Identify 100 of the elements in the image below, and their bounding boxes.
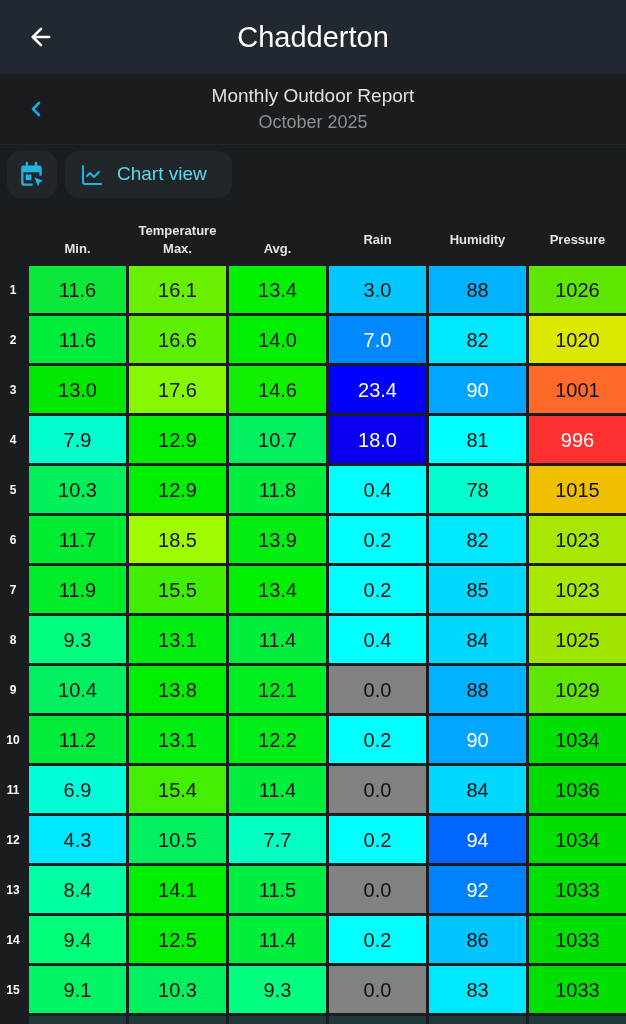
table-cell: 15.5 [129,566,226,613]
table-cell: 10.5 [129,816,226,863]
table-cell: 1023 [529,516,626,563]
day-number: 15 [6,981,20,999]
table-cell: 10.3 [129,966,226,1013]
table-cell: 0.0 [329,866,426,913]
table-cell: 12.5 [129,916,226,963]
table-cell: 17.6 [129,366,226,413]
table-cell: 12.1 [229,666,326,713]
table-cell: 1001 [529,366,626,413]
table-cell: 13.0 [29,366,126,413]
table-cell: 16.6 [129,316,226,363]
table-cell: 11.7 [29,516,126,563]
table-cell: 11.8 [229,466,326,513]
table-cell: 8.4 [29,866,126,913]
calendar-button[interactable] [7,151,57,198]
report-title: Monthly Outdoor Report [211,84,415,108]
day-number: 13 [6,881,20,899]
line-chart-icon [80,162,104,187]
table-cell: 94 [429,816,526,863]
table-cell: 81 [429,416,526,463]
calendar-cursor-icon [20,162,44,187]
column-header: Pressure [549,231,606,249]
table-cell: 13.4 [229,266,326,313]
column-header: Rain [363,231,392,249]
table-cell: 0.0 [329,966,426,1013]
app-bar-title: Chadderton [237,20,389,55]
table-cell: 11.6 [29,266,126,313]
day-number: 8 [9,631,17,649]
day-number: 2 [9,331,17,349]
table-cell: 6.9 [29,766,126,813]
day-number: 11 [6,781,20,799]
table-cell: 1015 [529,466,626,513]
table-cell: 0.2 [329,716,426,763]
table-cell: 0.2 [329,566,426,613]
table-cell: 12.9 [129,416,226,463]
table-cell: 92 [429,866,526,913]
table-cell: 10.4 [29,666,126,713]
table-cell: 90 [429,366,526,413]
table-cell: 1025 [529,616,626,663]
table-cell: 10.7 [229,416,326,463]
table-cell: 12.2 [229,716,326,763]
table-cell: 88 [429,666,526,713]
table-cell: 78 [429,466,526,513]
table-cell: 18.0 [329,416,426,463]
day-number: 5 [9,481,17,499]
table-cell: 7.0 [329,316,426,363]
table-cell: 1029 [529,666,626,713]
table-cell: 1036 [529,766,626,813]
table-cell: 1020 [529,316,626,363]
table-cell: 11.4 [229,616,326,663]
table-cell: 13.9 [229,516,326,563]
day-number: 7 [9,581,17,599]
table-cell: 82 [429,316,526,363]
table-cell: 14.1 [129,866,226,913]
table-cell: 10.3 [29,466,126,513]
table-cell: 13.4 [229,566,326,613]
table-cell: 0.4 [329,466,426,513]
table-cell: 1033 [529,866,626,913]
table-cell: 7.7 [229,816,326,863]
table-cell: 13.1 [129,616,226,663]
table-cell: 0.0 [329,766,426,813]
table-cell: 84 [429,766,526,813]
table-cell: 9.3 [29,616,126,663]
table-cell: 13.1 [129,716,226,763]
table-cell: 7.9 [29,416,126,463]
day-number: 6 [9,531,17,549]
table-cell: 0.2 [329,816,426,863]
table-cell: 4.3 [29,816,126,863]
table-cell: 14.0 [229,316,326,363]
table-cell: 0.0 [329,666,426,713]
report-period: October 2025 [258,111,368,134]
column-header: Max. [163,240,192,258]
table-cell: 1023 [529,566,626,613]
table-cell: 13.8 [129,666,226,713]
table-cell: 11.2 [29,716,126,763]
chart-view-button[interactable]: Chart view [65,151,232,198]
table-cell: 84 [429,616,526,663]
table-cell: 0.4 [329,616,426,663]
table-cell: 1034 [529,816,626,863]
column-header: Min. [64,240,91,258]
table-cell: 18.5 [129,516,226,563]
day-number: 10 [6,731,20,749]
table-cell: 1026 [529,266,626,313]
table-cell: 1034 [529,716,626,763]
table-cell: 82 [429,516,526,563]
table-cell: 9.3 [229,966,326,1013]
table-cell: 0.2 [329,516,426,563]
column-group-header: Temperature [138,222,217,240]
table-cell: 12.9 [129,466,226,513]
table-cell: 11.5 [229,866,326,913]
table-cell: 1033 [529,966,626,1013]
table-cell: 86 [429,916,526,963]
table-cell: 11.4 [229,766,326,813]
table-cell: 11.6 [29,316,126,363]
table-cell: 11.9 [29,566,126,613]
table-cell: 3.0 [329,266,426,313]
column-header: Humidity [449,231,506,249]
table-cell: 0.2 [329,916,426,963]
table-cell: 9.1 [29,966,126,1013]
